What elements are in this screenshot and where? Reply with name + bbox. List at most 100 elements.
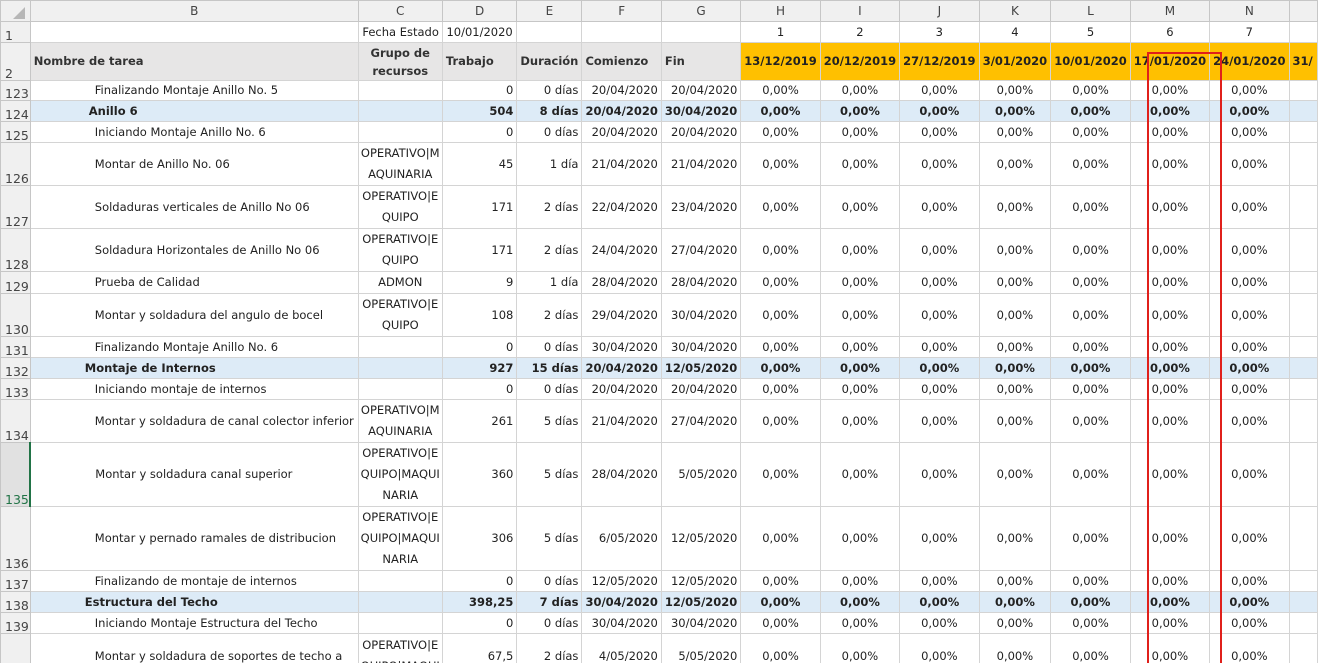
cell-percent[interactable]: 0,00% [1209,271,1290,294]
cell-percent[interactable]: 0,00% [1050,271,1131,294]
cell[interactable] [1288,185,1318,229]
cell-percent[interactable]: 0,00% [819,228,901,272]
cell-percent[interactable]: 0,00% [899,570,980,592]
header-work[interactable]: Trabajo [441,42,518,81]
cell[interactable] [1288,100,1318,122]
cell-percent[interactable]: 0,00% [1209,506,1290,571]
cell-percent[interactable]: 0,00% [899,612,980,634]
col-header-g[interactable]: G [660,0,742,22]
cell-task-name[interactable]: Prueba de Calidad [29,271,359,294]
cell-percent[interactable]: 0,00% [1209,378,1290,400]
cell-start[interactable]: 20/04/2020 [581,80,662,101]
cell-percent[interactable]: 0,00% [978,633,1052,663]
col-header-k[interactable]: K [978,0,1052,22]
cell-end[interactable]: 12/05/2020 [660,591,742,613]
cell-percent[interactable]: 0,00% [819,293,901,337]
header-resource-group[interactable]: Grupo de recursos [357,42,443,81]
cell-work[interactable]: 67,5 [441,633,518,663]
cell-percent[interactable]: 0,00% [1209,100,1290,122]
header-start[interactable]: Comienzo [581,42,662,81]
cell-duration[interactable]: 5 días [516,442,583,507]
row-header[interactable]: 128 [0,228,31,272]
col-header-c[interactable]: C [357,0,443,22]
cell-percent[interactable]: 0,00% [1129,228,1211,272]
cell-percent[interactable]: 0,00% [899,378,980,400]
cell-percent[interactable]: 0,00% [1050,399,1131,443]
row-header[interactable]: 127 [0,185,31,229]
cell[interactable] [29,21,359,43]
cell-percent[interactable]: 0,00% [819,442,901,507]
cell-duration[interactable]: 0 días [516,121,583,143]
cell-percent[interactable]: 0,00% [819,357,901,379]
cell-percent[interactable]: 0,00% [819,506,901,571]
cell-percent[interactable]: 0,00% [1209,442,1290,507]
cell-percent[interactable]: 0,00% [978,336,1052,358]
cell-task-name[interactable]: Montaje de Internos [29,357,359,379]
cell[interactable] [1288,21,1318,43]
cell-percent[interactable]: 0,00% [978,100,1052,122]
cell-resource-group[interactable]: OPERATIVO|MAQUINARIA [357,399,443,443]
cell-work[interactable]: 0 [441,378,518,400]
cell-duration[interactable]: 5 días [516,399,583,443]
header-date[interactable]: 3/01/2020 [978,42,1052,81]
cell[interactable] [1288,506,1318,571]
row-header[interactable]: 134 [0,399,31,443]
cell-percent[interactable]: 0,00% [819,612,901,634]
cell-work[interactable]: 9 [441,271,518,294]
cell-percent[interactable]: 0,00% [1209,591,1290,613]
cell-end[interactable]: 27/04/2020 [660,399,742,443]
row-header[interactable]: 136 [0,506,31,571]
cell-week-number[interactable]: 6 [1129,21,1211,43]
cell-percent[interactable]: 0,00% [740,80,821,101]
cell[interactable] [1288,442,1318,507]
cell-task-name[interactable]: Finalizando Montaje Anillo No. 5 [29,80,359,101]
cell-percent[interactable]: 0,00% [819,121,901,143]
cell-percent[interactable]: 0,00% [740,633,821,663]
header-duration[interactable]: Duración [516,42,583,81]
row-header[interactable]: 125 [0,121,31,143]
cell-work[interactable]: 504 [441,100,518,122]
cell-percent[interactable]: 0,00% [899,185,980,229]
cell-percent[interactable]: 0,00% [1209,80,1290,101]
cell-percent[interactable]: 0,00% [740,570,821,592]
cell-percent[interactable]: 0,00% [1129,506,1211,571]
cell-work[interactable]: 360 [441,442,518,507]
cell-task-name[interactable]: Anillo 6 [29,100,359,122]
cell-end[interactable]: 23/04/2020 [660,185,742,229]
cell-task-name[interactable]: Soldadura Horizontales de Anillo No 06 [29,228,359,272]
cell-end[interactable]: 12/05/2020 [660,506,742,571]
cell-duration[interactable]: 15 días [516,357,583,379]
cell-duration[interactable]: 2 días [516,293,583,337]
cell-duration[interactable]: 1 día [516,142,583,186]
cell-percent[interactable]: 0,00% [1050,336,1131,358]
cell-start[interactable]: 24/04/2020 [581,228,662,272]
cell-work[interactable]: 0 [441,612,518,634]
cell-resource-group[interactable]: OPERATIVO|EQUIPO|MAQUINARIA [357,506,443,571]
cell-work[interactable]: 261 [441,399,518,443]
cell-duration[interactable]: 0 días [516,570,583,592]
cell-task-name[interactable]: Finalizando Montaje Anillo No. 6 [29,336,359,358]
cell-percent[interactable]: 0,00% [1050,228,1131,272]
row-header[interactable]: 1 [0,21,31,43]
cell-percent[interactable]: 0,00% [978,293,1052,337]
cell-task-name[interactable]: Montar y soldadura de soportes de techo … [29,633,359,663]
cell-start[interactable]: 30/04/2020 [581,591,662,613]
cell-end[interactable]: 30/04/2020 [660,293,742,337]
cell-start[interactable]: 12/05/2020 [581,570,662,592]
cell-percent[interactable]: 0,00% [899,442,980,507]
cell-work[interactable]: 0 [441,570,518,592]
header-date[interactable]: 24/01/2020 [1209,42,1290,81]
cell-duration[interactable]: 8 días [516,100,583,122]
cell-start[interactable]: 20/04/2020 [581,357,662,379]
header-date[interactable]: 17/01/2020 [1129,42,1211,81]
cell[interactable] [1288,591,1318,613]
cell-resource-group[interactable] [357,612,443,634]
cell[interactable] [1288,612,1318,634]
cell-percent[interactable]: 0,00% [1209,142,1290,186]
col-header-h[interactable]: H [740,0,821,22]
col-header-b[interactable]: B [29,0,359,22]
cell-work[interactable]: 398,25 [441,591,518,613]
row-header[interactable]: 131 [0,336,31,358]
cell-resource-group[interactable]: OPERATIVO|EQUIPO [357,228,443,272]
cell-duration[interactable]: 7 días [516,591,583,613]
